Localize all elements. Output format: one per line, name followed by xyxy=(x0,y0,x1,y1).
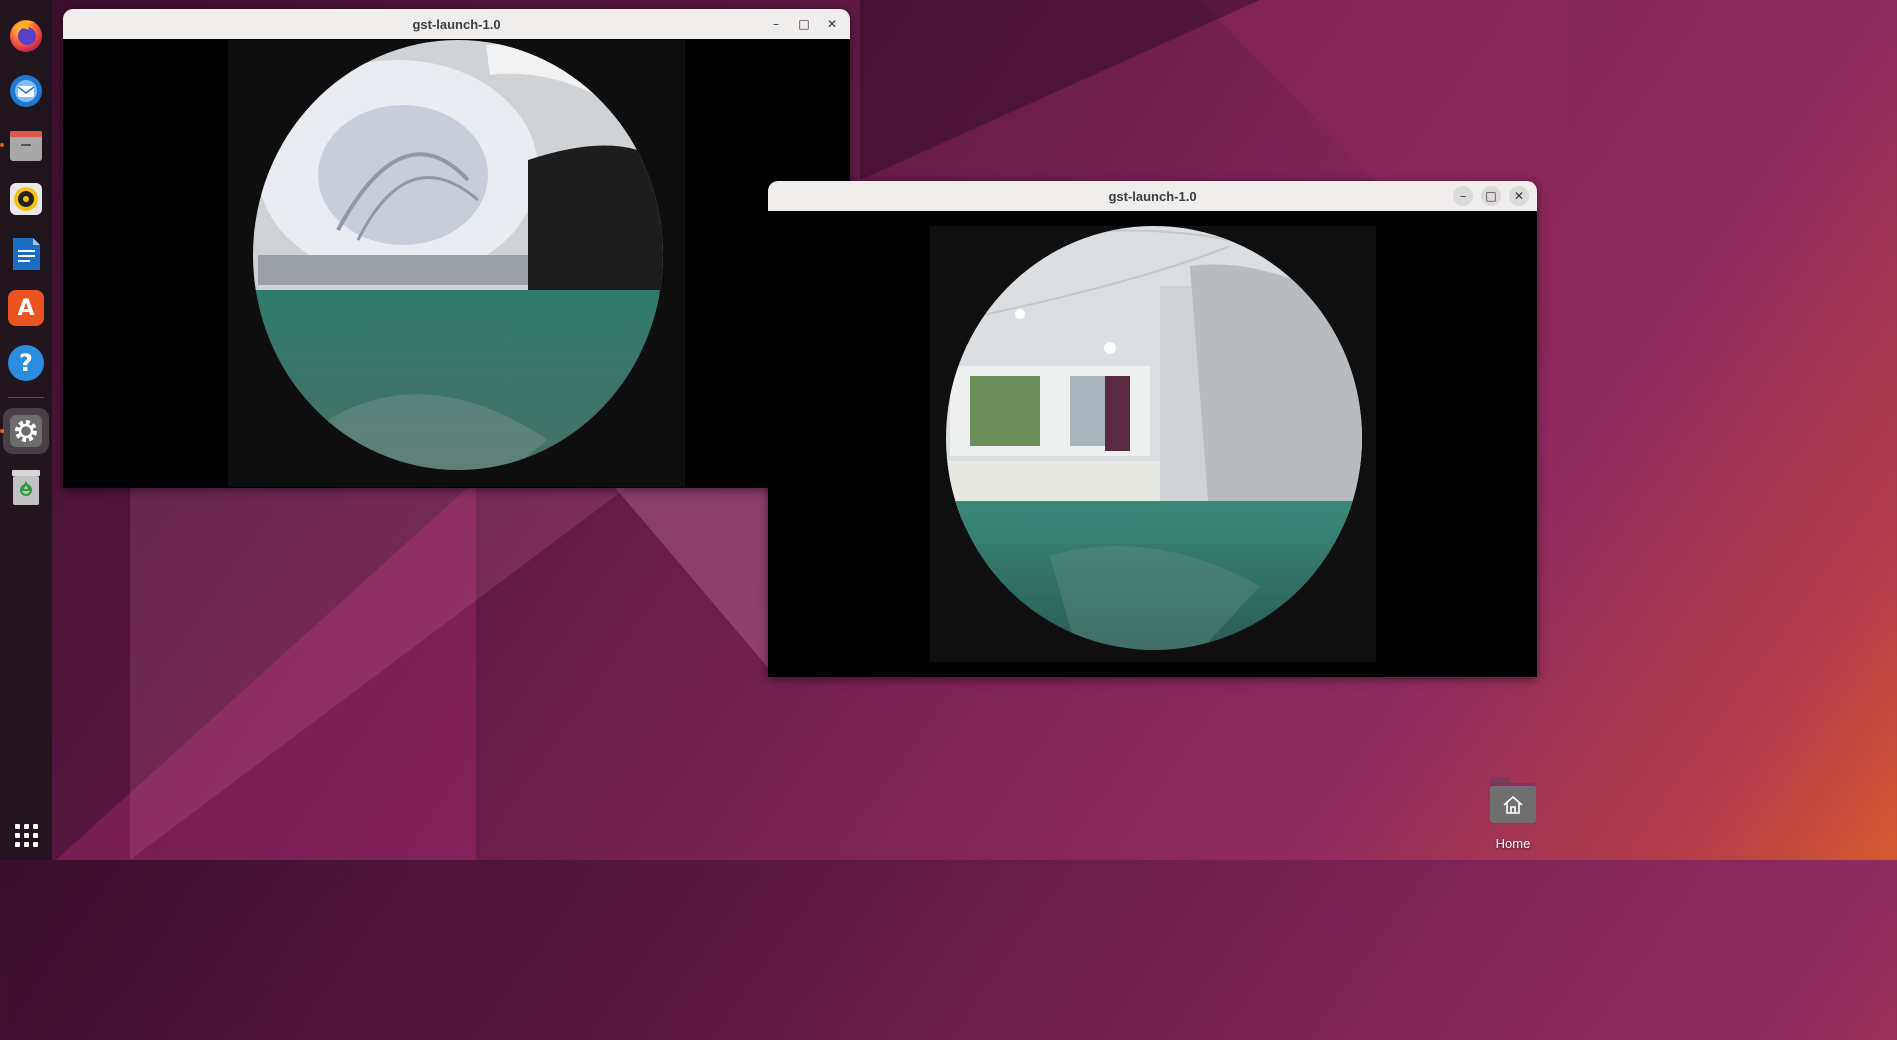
fisheye-frame xyxy=(228,40,685,487)
wallpaper-shard xyxy=(130,470,650,860)
dock-item-app-center[interactable]: A xyxy=(3,285,49,331)
dock: A ? xyxy=(0,0,52,860)
fisheye-image xyxy=(930,226,1376,662)
home-label: Home xyxy=(1495,836,1531,851)
window-titlebar[interactable]: gst-launch-1.0 – □ ✕ xyxy=(768,181,1537,211)
window-title: gst-launch-1.0 xyxy=(412,16,501,32)
dock-separator xyxy=(8,397,44,398)
maximize-button[interactable]: □ xyxy=(1481,186,1501,206)
minimize-button[interactable]: – xyxy=(1453,186,1473,206)
video-window-2[interactable]: gst-launch-1.0 – □ ✕ xyxy=(768,181,1537,677)
video-area xyxy=(768,211,1537,677)
dock-item-firefox[interactable] xyxy=(3,12,49,58)
wallpaper-shard xyxy=(600,470,770,670)
firefox-icon xyxy=(10,20,42,52)
close-button[interactable]: ✕ xyxy=(1509,186,1529,206)
thunderbird-icon xyxy=(10,75,42,107)
close-button[interactable]: ✕ xyxy=(822,14,842,34)
home-folder-icon xyxy=(1490,778,1536,823)
gear-icon xyxy=(10,415,42,447)
grid-icon xyxy=(14,823,38,847)
video-area xyxy=(63,39,850,488)
dock-item-help[interactable]: ? xyxy=(3,340,49,386)
dock-item-writer[interactable] xyxy=(3,231,49,277)
fisheye-frame xyxy=(930,226,1376,662)
video-window-1[interactable]: gst-launch-1.0 – □ ✕ xyxy=(63,9,850,488)
window-title: gst-launch-1.0 xyxy=(1108,188,1197,204)
rhythmbox-icon xyxy=(10,183,42,215)
desktop-home-folder[interactable]: Home xyxy=(1482,778,1544,851)
dock-item-settings[interactable] xyxy=(3,408,49,454)
app-center-icon: A xyxy=(8,290,44,326)
window-titlebar[interactable]: gst-launch-1.0 – □ ✕ xyxy=(63,9,850,39)
dock-item-thunderbird[interactable] xyxy=(3,67,49,113)
trash-icon xyxy=(12,470,40,505)
writer-icon xyxy=(13,238,40,270)
maximize-button[interactable]: □ xyxy=(794,14,814,34)
house-icon xyxy=(1503,795,1523,814)
files-icon xyxy=(10,131,42,161)
dock-item-trash[interactable] xyxy=(3,464,49,510)
wallpaper-shard xyxy=(860,0,1260,180)
dock-item-rhythmbox[interactable] xyxy=(3,176,49,222)
fisheye-image xyxy=(228,40,685,487)
minimize-button[interactable]: – xyxy=(766,14,786,34)
dock-item-files[interactable] xyxy=(3,122,49,168)
help-icon: ? xyxy=(8,345,44,381)
show-apps-button[interactable] xyxy=(3,812,49,858)
